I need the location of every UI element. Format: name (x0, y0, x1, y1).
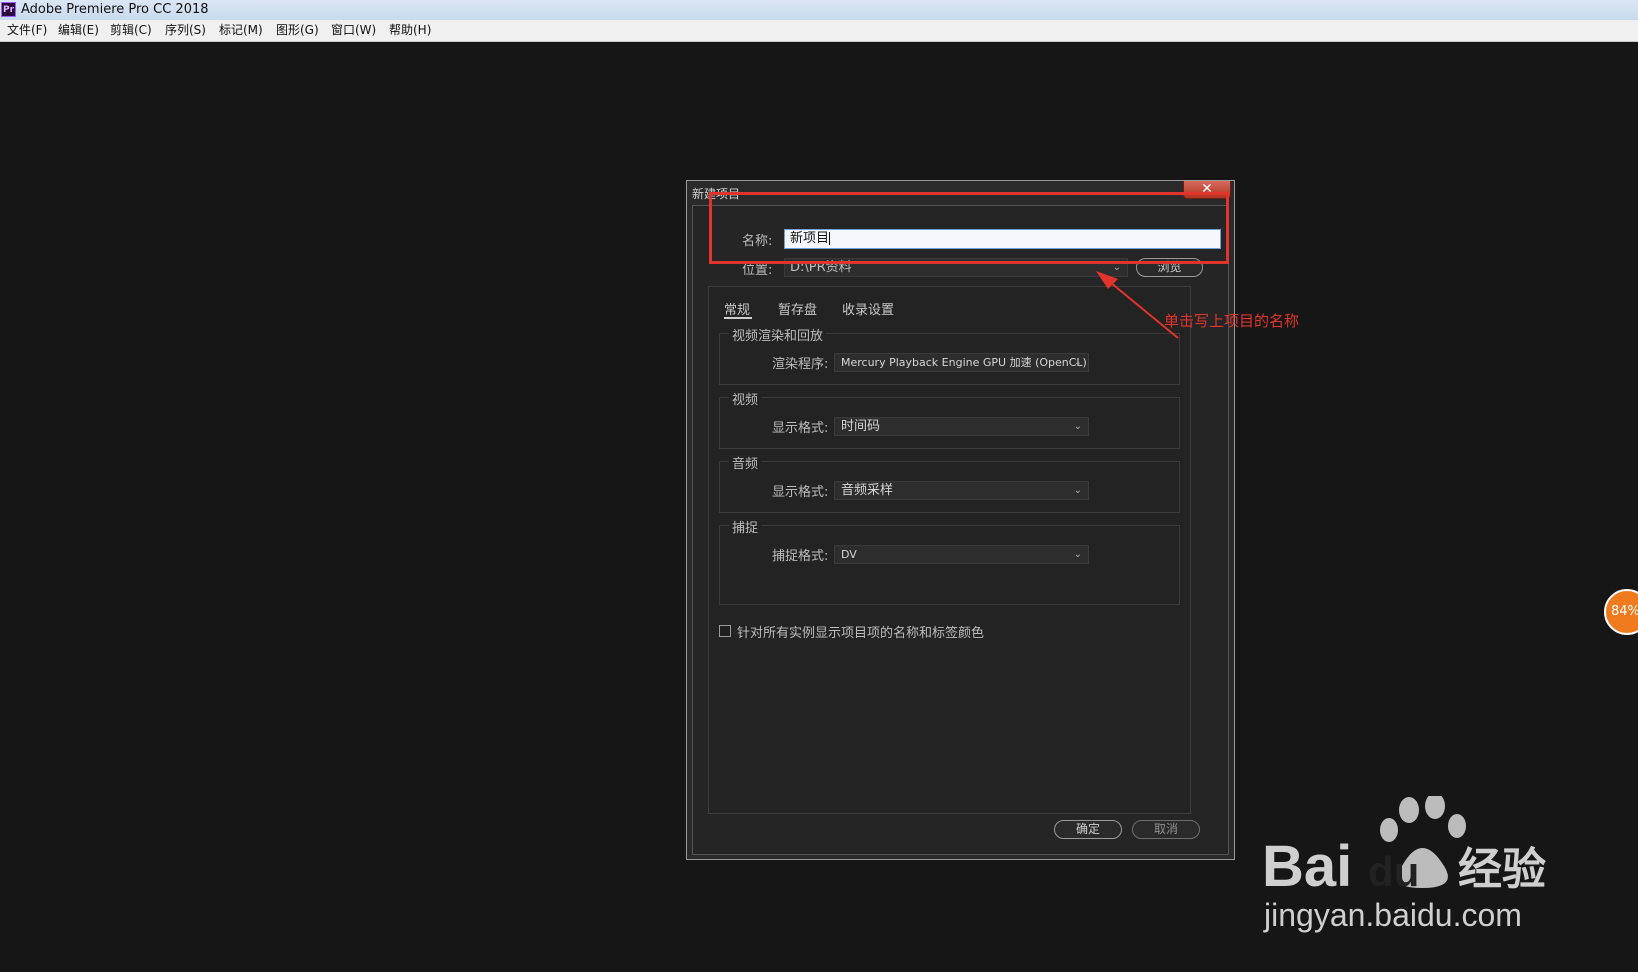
watermark-cn: 经验 (1458, 844, 1546, 895)
baidu-jingyan-watermark: Bai du 经验 jingyan.baidu.com (1262, 796, 1546, 933)
watermark-url: jingyan.baidu.com (1263, 897, 1522, 933)
watermark-brand-du: du (1368, 848, 1419, 895)
watermark-brand: Bai (1262, 834, 1352, 899)
progress-badge-text: 84% (1611, 604, 1638, 619)
annotation-text: 单击写上项目的名称 (1164, 312, 1300, 330)
